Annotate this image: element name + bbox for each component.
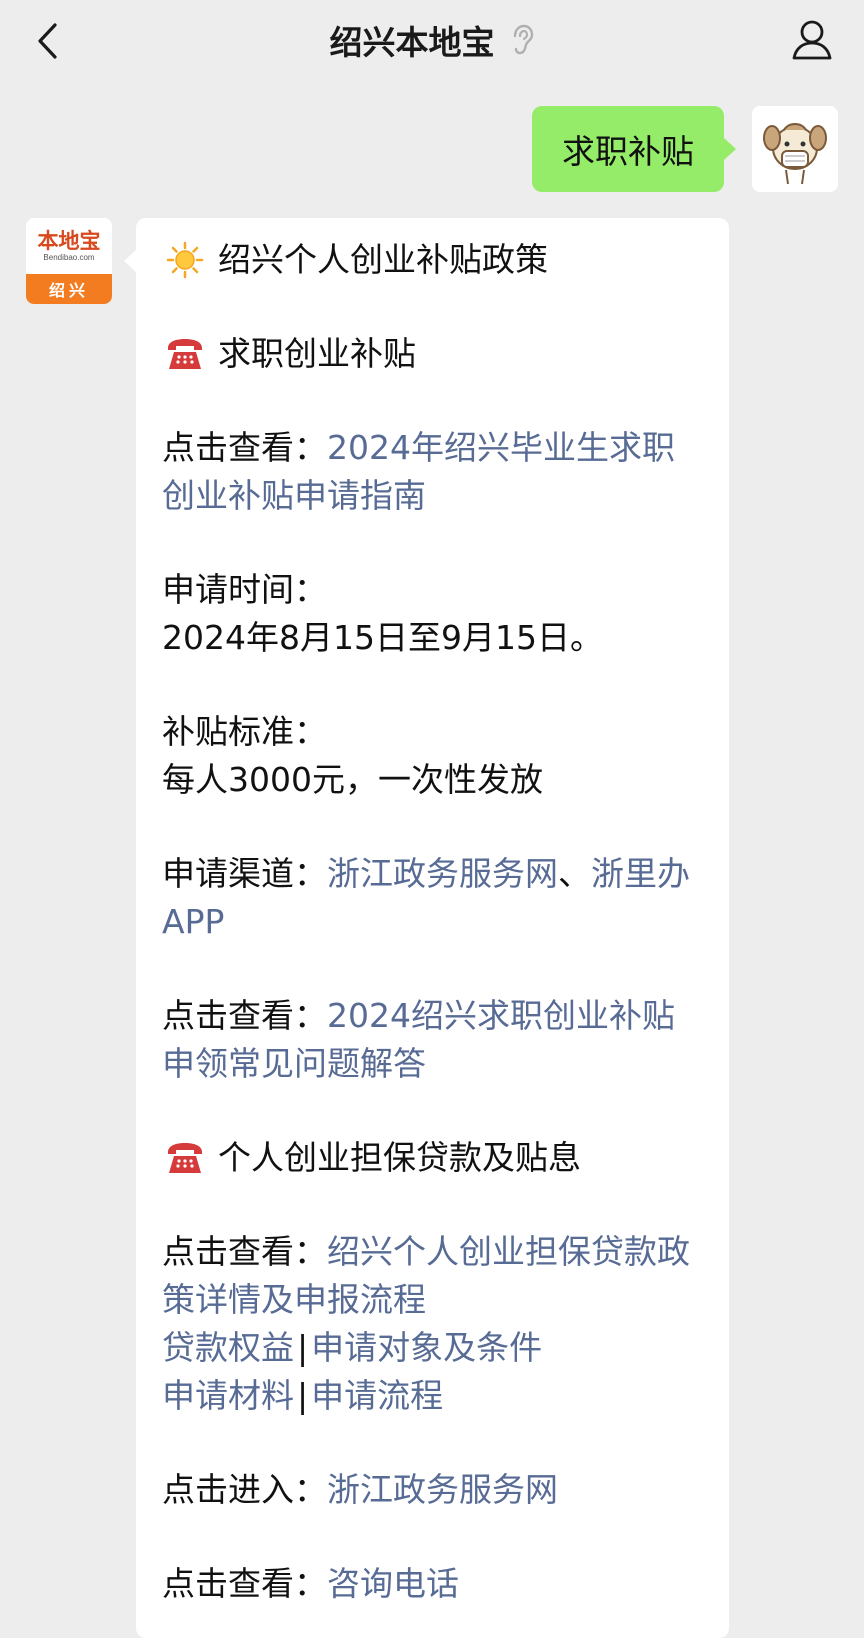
section1-heading: 求职创业补贴 (218, 334, 416, 373)
link-materials[interactable]: 申请材料 (162, 1376, 294, 1415)
section2-heading: 个人创业担保贷款及贴息 (218, 1138, 581, 1177)
enter-label: 点击进入： (162, 1470, 327, 1509)
telephone-icon (162, 331, 208, 377)
view-label: 点击查看： (162, 428, 327, 467)
logo-url: Bendibao.com (43, 253, 95, 262)
enter-link[interactable]: 浙江政务服务网 (327, 1470, 558, 1509)
sun-icon (162, 237, 208, 283)
user-message-text: 求职补贴 (562, 132, 694, 171)
person-icon (792, 20, 832, 60)
user-avatar[interactable] (752, 106, 838, 192)
enter-para: 点击进入：浙江政务服务网 (162, 1466, 703, 1514)
standard-value: 每人3000元，一次性发放 (162, 760, 543, 799)
faq-para: 点击查看：2024绍兴求职创业补贴申领常见问题解答 (162, 992, 703, 1088)
policy-view-label: 点击查看： (162, 1232, 327, 1271)
link-loan-rights[interactable]: 贷款权益 (162, 1328, 294, 1367)
quick-links-row-2: 申请材料|申请流程 (162, 1372, 703, 1420)
ear-icon (513, 24, 533, 55)
phone-label: 点击查看： (162, 1564, 327, 1603)
channel-link-zjzwfw[interactable]: 浙江政务服务网 (327, 854, 558, 893)
faq-label: 点击查看： (162, 996, 327, 1035)
channel-para: 申请渠道：浙江政务服务网、浙里办APP (162, 850, 703, 946)
quick-links-row-1: 贷款权益|申请对象及条件 (162, 1324, 703, 1372)
link-separator: | (297, 1328, 309, 1367)
link-separator: | (297, 1376, 309, 1415)
phone-para: 点击查看：咨询电话 (162, 1560, 703, 1608)
telephone-icon (162, 1135, 208, 1181)
user-message-bubble[interactable]: 求职补贴 (532, 106, 736, 192)
bot-avatar[interactable]: 本地宝 Bendibao.com 绍兴 (26, 218, 112, 304)
time-para: 申请时间： 2024年8月15日至9月15日。 (162, 566, 703, 662)
profile-button[interactable] (788, 16, 836, 64)
bendibao-logo: 本地宝 Bendibao.com (26, 218, 112, 274)
standard-label: 补贴标准： (162, 712, 327, 751)
puppy-avatar-icon (763, 123, 827, 185)
link-eligibility[interactable]: 申请对象及条件 (311, 1328, 542, 1367)
channel-label: 申请渠道： (162, 854, 327, 893)
logo-text: 本地宝 (37, 228, 101, 253)
title-wrap: 绍兴本地宝 (0, 14, 864, 66)
link-process[interactable]: 申请流程 (311, 1376, 443, 1415)
guide-para: 点击查看：2024年绍兴毕业生求职创业补贴申请指南 (162, 424, 703, 520)
top-bar: 绍兴本地宝 (0, 0, 864, 86)
section2-heading-line: 个人创业担保贷款及贴息 (162, 1134, 703, 1182)
bot-message-bubble: 绍兴个人创业补贴政策 求职创业补贴 点击查看：2024年绍兴毕业生求职创业补贴申… (124, 218, 729, 1638)
logo-city: 绍兴 (26, 274, 112, 304)
reply-title: 绍兴个人创业补贴政策 (218, 240, 548, 279)
time-value: 2024年8月15日至9月15日。 (162, 618, 603, 657)
reply-title-line: 绍兴个人创业补贴政策 (162, 236, 703, 284)
phone-link[interactable]: 咨询电话 (327, 1564, 459, 1603)
chat-title: 绍兴本地宝 (329, 23, 495, 62)
standard-para: 补贴标准： 每人3000元，一次性发放 (162, 708, 703, 804)
policy-para: 点击查看：绍兴个人创业担保贷款政策详情及申报流程 贷款权益|申请对象及条件 申请… (162, 1228, 703, 1420)
section1-heading-line: 求职创业补贴 (162, 330, 703, 378)
channel-separator: 、 (558, 854, 591, 893)
time-label: 申请时间： (162, 570, 327, 609)
